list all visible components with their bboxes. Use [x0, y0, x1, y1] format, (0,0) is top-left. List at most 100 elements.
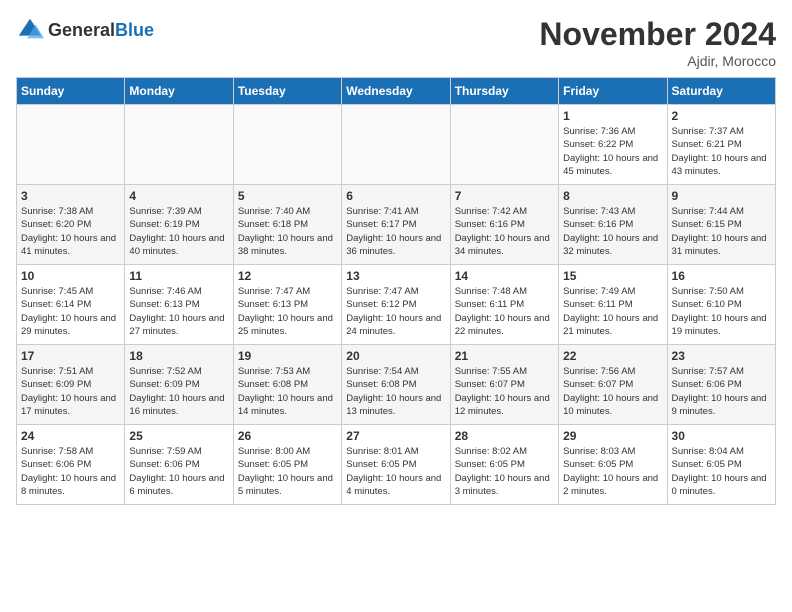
calendar-day-cell: 20 Sunrise: 7:54 AMSunset: 6:08 PMDayligh…	[342, 345, 450, 425]
calendar-table: SundayMondayTuesdayWednesdayThursdayFrid…	[16, 77, 776, 505]
month-year-title: November 2024	[539, 16, 776, 53]
day-number: 24	[21, 429, 120, 443]
day-number: 21	[455, 349, 554, 363]
day-number: 29	[563, 429, 662, 443]
day-info: Sunrise: 7:58 AMSunset: 6:06 PMDaylight:…	[21, 445, 120, 498]
calendar-day-cell: 18 Sunrise: 7:52 AMSunset: 6:09 PMDayligh…	[125, 345, 233, 425]
day-info: Sunrise: 7:57 AMSunset: 6:06 PMDaylight:…	[672, 365, 771, 418]
day-info: Sunrise: 7:53 AMSunset: 6:08 PMDaylight:…	[238, 365, 337, 418]
calendar-day-cell: 27Sunrise: 8:01 AMSunset: 6:05 PMDayligh…	[342, 425, 450, 505]
day-info: Sunrise: 7:46 AMSunset: 6:13 PMDaylight:…	[129, 285, 228, 338]
day-of-week-header: Wednesday	[342, 78, 450, 105]
day-number: 8	[563, 189, 662, 203]
day-info: Sunrise: 7:42 AMSunset: 6:16 PMDaylight:…	[455, 205, 554, 258]
calendar-day-cell: 6 Sunrise: 7:41 AMSunset: 6:17 PMDaylight…	[342, 185, 450, 265]
calendar-day-cell	[17, 105, 125, 185]
day-info: Sunrise: 7:40 AMSunset: 6:18 PMDaylight:…	[238, 205, 337, 258]
calendar-day-cell	[233, 105, 341, 185]
day-info: Sunrise: 7:44 AMSunset: 6:15 PMDaylight:…	[672, 205, 771, 258]
day-info: Sunrise: 8:03 AMSunset: 6:05 PMDaylight:…	[563, 445, 662, 498]
calendar-day-cell	[125, 105, 233, 185]
day-number: 1	[563, 109, 662, 123]
calendar-week-row: 24 Sunrise: 7:58 AMSunset: 6:06 PMDayligh…	[17, 425, 776, 505]
day-number: 3	[21, 189, 120, 203]
calendar-day-cell: 24 Sunrise: 7:58 AMSunset: 6:06 PMDayligh…	[17, 425, 125, 505]
day-number: 15	[563, 269, 662, 283]
calendar-day-cell: 25 Sunrise: 7:59 AMSunset: 6:06 PMDayligh…	[125, 425, 233, 505]
day-number: 19	[238, 349, 337, 363]
day-info: Sunrise: 7:47 AMSunset: 6:13 PMDaylight:…	[238, 285, 337, 338]
day-info: Sunrise: 8:00 AMSunset: 6:05 PMDaylight:…	[238, 445, 337, 498]
calendar-week-row: 3Sunrise: 7:38 AMSunset: 6:20 PMDaylight…	[17, 185, 776, 265]
calendar-day-cell: 2 Sunrise: 7:37 AMSunset: 6:21 PMDaylight…	[667, 105, 775, 185]
calendar-day-cell: 22 Sunrise: 7:56 AMSunset: 6:07 PMDayligh…	[559, 345, 667, 425]
day-info: Sunrise: 7:48 AMSunset: 6:11 PMDaylight:…	[455, 285, 554, 338]
day-info: Sunrise: 7:56 AMSunset: 6:07 PMDaylight:…	[563, 365, 662, 418]
calendar-day-cell: 13 Sunrise: 7:47 AMSunset: 6:12 PMDayligh…	[342, 265, 450, 345]
day-info: Sunrise: 7:45 AMSunset: 6:14 PMDaylight:…	[21, 285, 120, 338]
day-number: 10	[21, 269, 120, 283]
calendar-day-cell: 23 Sunrise: 7:57 AMSunset: 6:06 PMDayligh…	[667, 345, 775, 425]
calendar-day-cell: 12 Sunrise: 7:47 AMSunset: 6:13 PMDayligh…	[233, 265, 341, 345]
day-number: 12	[238, 269, 337, 283]
calendar-day-cell: 5 Sunrise: 7:40 AMSunset: 6:18 PMDaylight…	[233, 185, 341, 265]
page-header: GeneralBlue November 2024 Ajdir, Morocco	[16, 16, 776, 69]
calendar-day-cell: 3Sunrise: 7:38 AMSunset: 6:20 PMDaylight…	[17, 185, 125, 265]
day-number: 28	[455, 429, 554, 443]
calendar-day-cell: 30Sunrise: 8:04 AMSunset: 6:05 PMDayligh…	[667, 425, 775, 505]
day-number: 26	[238, 429, 337, 443]
day-number: 18	[129, 349, 228, 363]
day-info: Sunrise: 7:55 AMSunset: 6:07 PMDaylight:…	[455, 365, 554, 418]
day-number: 6	[346, 189, 445, 203]
logo-general-text: General	[48, 21, 115, 39]
day-number: 16	[672, 269, 771, 283]
day-of-week-header: Tuesday	[233, 78, 341, 105]
day-number: 17	[21, 349, 120, 363]
title-block: November 2024 Ajdir, Morocco	[539, 16, 776, 69]
day-info: Sunrise: 7:41 AMSunset: 6:17 PMDaylight:…	[346, 205, 445, 258]
calendar-header-row: SundayMondayTuesdayWednesdayThursdayFrid…	[17, 78, 776, 105]
calendar-day-cell: 14 Sunrise: 7:48 AMSunset: 6:11 PMDayligh…	[450, 265, 558, 345]
calendar-day-cell: 1Sunrise: 7:36 AMSunset: 6:22 PMDaylight…	[559, 105, 667, 185]
day-info: Sunrise: 7:52 AMSunset: 6:09 PMDaylight:…	[129, 365, 228, 418]
day-number: 7	[455, 189, 554, 203]
day-info: Sunrise: 7:54 AMSunset: 6:08 PMDaylight:…	[346, 365, 445, 418]
day-info: Sunrise: 7:37 AMSunset: 6:21 PMDaylight:…	[672, 125, 771, 178]
day-info: Sunrise: 7:51 AMSunset: 6:09 PMDaylight:…	[21, 365, 120, 418]
day-of-week-header: Monday	[125, 78, 233, 105]
calendar-day-cell: 29 Sunrise: 8:03 AMSunset: 6:05 PMDayligh…	[559, 425, 667, 505]
day-of-week-header: Friday	[559, 78, 667, 105]
day-info: Sunrise: 7:47 AMSunset: 6:12 PMDaylight:…	[346, 285, 445, 338]
calendar-day-cell: 28 Sunrise: 8:02 AMSunset: 6:05 PMDayligh…	[450, 425, 558, 505]
day-number: 2	[672, 109, 771, 123]
calendar-day-cell: 9Sunrise: 7:44 AMSunset: 6:15 PMDaylight…	[667, 185, 775, 265]
calendar-day-cell: 26 Sunrise: 8:00 AMSunset: 6:05 PMDayligh…	[233, 425, 341, 505]
location-text: Ajdir, Morocco	[539, 53, 776, 69]
day-number: 23	[672, 349, 771, 363]
calendar-day-cell: 16 Sunrise: 7:50 AMSunset: 6:10 PMDayligh…	[667, 265, 775, 345]
day-number: 20	[346, 349, 445, 363]
calendar-day-cell: 21 Sunrise: 7:55 AMSunset: 6:07 PMDayligh…	[450, 345, 558, 425]
calendar-day-cell	[450, 105, 558, 185]
day-number: 5	[238, 189, 337, 203]
day-number: 13	[346, 269, 445, 283]
calendar-day-cell	[342, 105, 450, 185]
calendar-day-cell: 15 Sunrise: 7:49 AMSunset: 6:11 PMDayligh…	[559, 265, 667, 345]
calendar-day-cell: 11Sunrise: 7:46 AMSunset: 6:13 PMDayligh…	[125, 265, 233, 345]
day-info: Sunrise: 7:59 AMSunset: 6:06 PMDaylight:…	[129, 445, 228, 498]
day-number: 25	[129, 429, 228, 443]
calendar-day-cell: 19 Sunrise: 7:53 AMSunset: 6:08 PMDayligh…	[233, 345, 341, 425]
logo-icon	[16, 16, 44, 44]
day-number: 14	[455, 269, 554, 283]
day-number: 22	[563, 349, 662, 363]
calendar-day-cell: 10 Sunrise: 7:45 AMSunset: 6:14 PMDayligh…	[17, 265, 125, 345]
day-info: Sunrise: 8:02 AMSunset: 6:05 PMDaylight:…	[455, 445, 554, 498]
calendar-week-row: 17 Sunrise: 7:51 AMSunset: 6:09 PMDayligh…	[17, 345, 776, 425]
day-info: Sunrise: 8:01 AMSunset: 6:05 PMDaylight:…	[346, 445, 445, 498]
day-info: Sunrise: 7:50 AMSunset: 6:10 PMDaylight:…	[672, 285, 771, 338]
day-info: Sunrise: 7:43 AMSunset: 6:16 PMDaylight:…	[563, 205, 662, 258]
logo-blue-text: Blue	[115, 21, 154, 39]
day-of-week-header: Sunday	[17, 78, 125, 105]
calendar-day-cell: 8 Sunrise: 7:43 AMSunset: 6:16 PMDaylight…	[559, 185, 667, 265]
day-info: Sunrise: 7:49 AMSunset: 6:11 PMDaylight:…	[563, 285, 662, 338]
